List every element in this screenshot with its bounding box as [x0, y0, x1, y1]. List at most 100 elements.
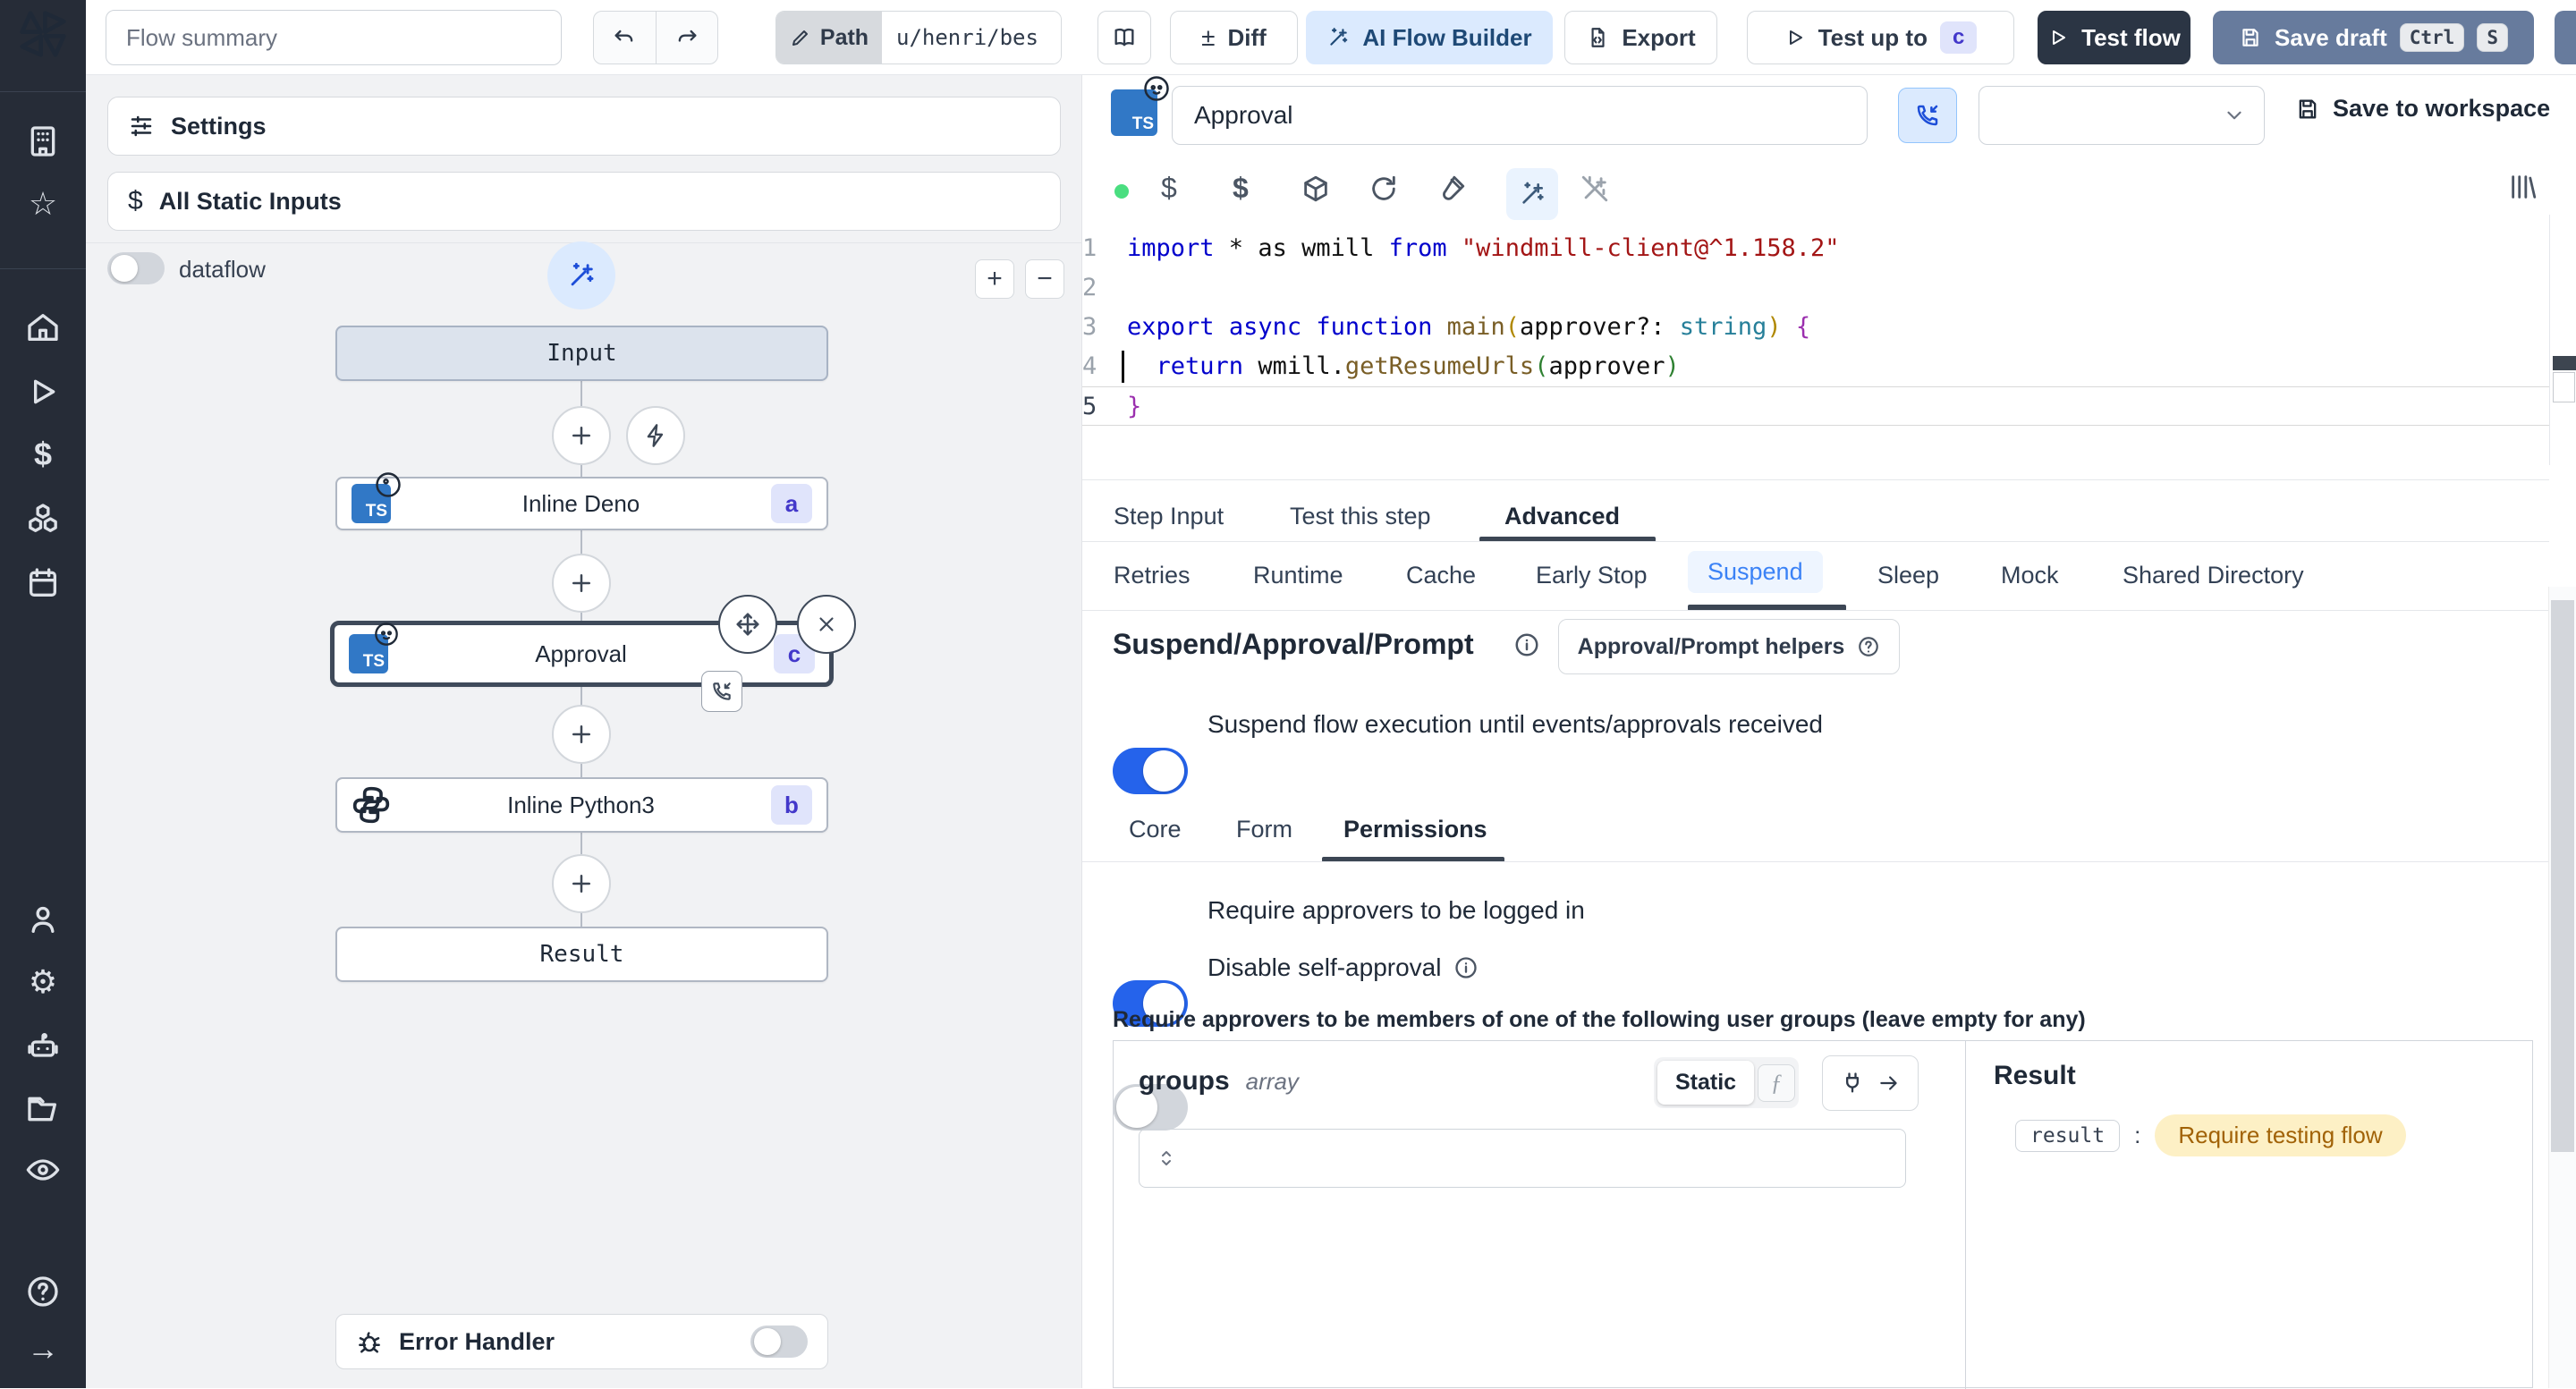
- all-static-inputs-label: All Static Inputs: [158, 187, 342, 215]
- connect-input-button[interactable]: [1822, 1055, 1919, 1111]
- subtab-shared-directory[interactable]: Shared Directory: [2123, 562, 2304, 589]
- undo-button[interactable]: [594, 12, 657, 64]
- dataflow-toggle[interactable]: [107, 252, 165, 284]
- workspace-icon[interactable]: [25, 123, 61, 159]
- runs-play-icon[interactable]: [25, 374, 61, 410]
- subtab-form[interactable]: Form: [1236, 816, 1292, 843]
- docs-button[interactable]: [1097, 11, 1151, 64]
- flow-summary-input[interactable]: Flow summary: [106, 10, 562, 65]
- subtab-core[interactable]: Core: [1129, 816, 1182, 843]
- diff-button[interactable]: ± Diff: [1170, 11, 1298, 64]
- add-resource-dollar-icon[interactable]: $: [1233, 172, 1249, 205]
- save-to-workspace-button[interactable]: Save to workspace: [2295, 95, 2550, 123]
- suspend-toggle-label: Suspend flow execution until events/appr…: [1208, 710, 1823, 738]
- code-line[interactable]: 3 export async function main(approver?: s…: [1082, 308, 2549, 347]
- approval-phone-badge[interactable]: [701, 671, 742, 712]
- windmill-logo-icon[interactable]: [18, 9, 68, 59]
- code-editor[interactable]: 1 import * as wmill from "windmill-client…: [1082, 215, 2549, 465]
- flow-node-inline-deno[interactable]: Inline Deno a: [335, 472, 828, 530]
- favorites-star-icon[interactable]: ☆: [0, 186, 86, 222]
- subtab-sleep[interactable]: Sleep: [1877, 562, 1939, 589]
- move-step-handle[interactable]: [718, 595, 777, 654]
- help-icon[interactable]: [25, 1274, 61, 1309]
- approval-step-phone-button[interactable]: [1898, 88, 1957, 143]
- permissions-divider: [1082, 861, 2549, 862]
- chevron-sort-icon: [1162, 1151, 1171, 1165]
- subtab-suspend-active[interactable]: Suspend: [1688, 551, 1823, 593]
- delete-step-button[interactable]: [797, 595, 856, 654]
- test-flow-button[interactable]: Test flow: [2038, 11, 2190, 64]
- format-vial-icon[interactable]: [1436, 174, 1467, 204]
- test-up-to-button[interactable]: Test up to c: [1747, 11, 2014, 64]
- reset-icon[interactable]: [1368, 174, 1399, 204]
- home-icon[interactable]: [25, 309, 61, 345]
- ai-assistant-active-button[interactable]: [1506, 168, 1558, 220]
- ai-flow-builder-button[interactable]: AI Flow Builder: [1306, 11, 1553, 64]
- path-group[interactable]: Path u/henri/bes: [775, 11, 1062, 64]
- flow-settings-button[interactable]: Settings: [107, 97, 1061, 156]
- code-line[interactable]: 4 return wmill.getResumeUrls(approver): [1082, 347, 2549, 386]
- redo-button[interactable]: [657, 12, 718, 64]
- info-icon[interactable]: [1453, 955, 1479, 980]
- editor-minimap-slider[interactable]: [2553, 372, 2575, 402]
- mode-static-button[interactable]: Static: [1657, 1061, 1755, 1105]
- subtab-retries[interactable]: Retries: [1114, 562, 1191, 589]
- clipped-toolbar-button[interactable]: [2555, 11, 2576, 64]
- path-label-segment[interactable]: Path: [776, 12, 882, 64]
- code-line[interactable]: 1 import * as wmill from "windmill-client…: [1082, 229, 2549, 268]
- insert-step-button[interactable]: [552, 554, 611, 613]
- zoom-out-button[interactable]: −: [1025, 259, 1064, 299]
- all-static-inputs-button[interactable]: $ All Static Inputs: [107, 172, 1061, 231]
- flow-node-result[interactable]: Result: [335, 927, 828, 982]
- insert-step-button[interactable]: [552, 406, 611, 465]
- user-icon[interactable]: [25, 902, 61, 937]
- phone-incoming-icon: [1917, 105, 1938, 126]
- tab-test-this-step[interactable]: Test this step: [1290, 503, 1431, 530]
- diff-icon: ±: [1201, 23, 1216, 51]
- code-line[interactable]: 2: [1082, 268, 2549, 308]
- editor-scrollbar-thumb[interactable]: [2553, 356, 2576, 370]
- subtab-runtime[interactable]: Runtime: [1253, 562, 1343, 589]
- insert-step-button[interactable]: [552, 705, 611, 764]
- play-icon: [2053, 30, 2066, 45]
- package-icon[interactable]: [1301, 174, 1331, 204]
- graph-ai-wand-button[interactable]: [547, 241, 615, 309]
- subtab-cache[interactable]: Cache: [1406, 562, 1476, 589]
- save-draft-button[interactable]: Save draft Ctrl S: [2213, 11, 2534, 64]
- panel-scrollbar-thumb[interactable]: [2551, 600, 2574, 1152]
- audit-eye-icon[interactable]: [25, 1152, 61, 1188]
- library-icon[interactable]: [2508, 172, 2538, 202]
- code-line[interactable]: 5}: [1082, 386, 2549, 426]
- code-lines: 1 import * as wmill from "windmill-client…: [1082, 229, 2549, 426]
- tab-step-input[interactable]: Step Input: [1114, 503, 1224, 530]
- folders-icon[interactable]: [25, 1091, 61, 1127]
- schedules-calendar-icon[interactable]: [25, 565, 61, 601]
- zoom-in-button[interactable]: +: [975, 259, 1014, 299]
- add-variable-dollar-icon[interactable]: $: [1161, 172, 1177, 205]
- panel-scrollbar-track[interactable]: [2548, 587, 2576, 1388]
- workspace-script-select[interactable]: [1979, 86, 2265, 145]
- tab-advanced[interactable]: Advanced: [1504, 503, 1620, 530]
- variables-dollar-icon[interactable]: $: [0, 436, 86, 472]
- flow-node-input[interactable]: Input: [335, 326, 828, 381]
- subtab-permissions-active[interactable]: Permissions: [1343, 816, 1487, 843]
- subtab-mock[interactable]: Mock: [2001, 562, 2059, 589]
- expand-sidebar-icon[interactable]: →: [0, 1331, 86, 1367]
- workers-robot-icon[interactable]: [25, 1029, 61, 1064]
- mode-javascript-button[interactable]: ƒ: [1758, 1063, 1796, 1102]
- groups-array-input[interactable]: [1139, 1129, 1906, 1188]
- error-handler-toggle[interactable]: [750, 1325, 808, 1358]
- info-icon[interactable]: [1513, 631, 1540, 658]
- error-handler-row[interactable]: Error Handler: [335, 1314, 828, 1369]
- subtab-early-stop[interactable]: Early Stop: [1536, 562, 1648, 589]
- resources-cubes-icon[interactable]: [25, 501, 61, 537]
- export-button[interactable]: Export: [1564, 11, 1717, 64]
- flow-node-inline-python[interactable]: Inline Python3 b: [335, 777, 828, 833]
- suspend-flow-toggle[interactable]: [1113, 748, 1188, 794]
- ai-wand-off-icon[interactable]: [1580, 174, 1610, 204]
- insert-step-button[interactable]: [552, 854, 611, 913]
- step-name-input[interactable]: Approval: [1172, 86, 1868, 145]
- settings-gear-icon[interactable]: ⚙: [0, 964, 86, 1000]
- approval-prompt-helpers-button[interactable]: Approval/Prompt helpers: [1558, 619, 1900, 674]
- insert-trigger-button[interactable]: [626, 406, 685, 465]
